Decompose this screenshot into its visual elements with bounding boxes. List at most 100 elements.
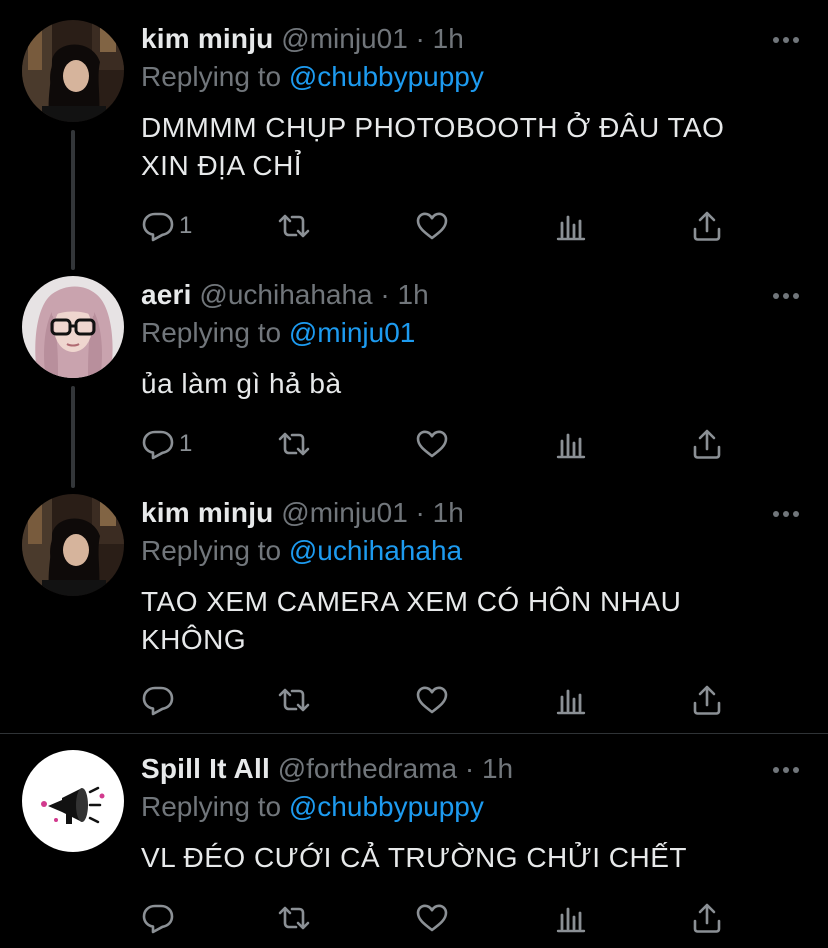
share-icon	[690, 427, 724, 461]
tweet[interactable]: Spill It All @forthedrama · 1h Replying …	[0, 734, 828, 948]
reply-icon	[141, 209, 175, 243]
mention-link[interactable]: @chubbypuppy	[289, 791, 484, 822]
like-button[interactable]	[415, 209, 449, 243]
reply-icon	[141, 683, 175, 717]
retweet-button[interactable]	[277, 427, 311, 461]
avatar-photo	[22, 20, 124, 122]
avatar[interactable]	[22, 276, 124, 378]
separator-dot: ·	[380, 279, 390, 310]
timestamp[interactable]: 1h	[482, 753, 513, 784]
share-button[interactable]	[690, 427, 724, 461]
avatar-logo	[22, 750, 124, 852]
avatar-photo	[22, 276, 124, 378]
tweet-header: Spill It All @forthedrama · 1h	[141, 752, 513, 786]
display-name[interactable]: aeri	[141, 279, 192, 310]
analytics-button[interactable]	[554, 427, 588, 461]
like-button[interactable]	[415, 901, 449, 935]
reply-icon	[141, 901, 175, 935]
reply-button[interactable]: 1	[141, 209, 192, 243]
display-name[interactable]: kim minju	[141, 23, 274, 54]
avatar[interactable]	[22, 494, 124, 596]
reply-count: 1	[179, 212, 193, 239]
share-icon	[690, 901, 724, 935]
replying-to: Replying to @chubbypuppy	[141, 790, 484, 824]
reply-button[interactable]: 1	[141, 427, 192, 461]
tweet[interactable]: aeri @uchihahaha · 1h Replying to @minju…	[0, 256, 828, 474]
heart-icon	[415, 427, 449, 461]
display-name[interactable]: kim minju	[141, 497, 274, 528]
display-name[interactable]: Spill It All	[141, 753, 270, 784]
heart-icon	[415, 209, 449, 243]
timestamp[interactable]: 1h	[433, 23, 464, 54]
more-icon[interactable]	[772, 509, 800, 519]
tweet-header: kim minju @minju01 · 1h	[141, 496, 464, 530]
username[interactable]: @forthedrama	[278, 753, 457, 784]
reply-button[interactable]	[141, 683, 179, 717]
share-icon	[690, 209, 724, 243]
timestamp[interactable]: 1h	[433, 497, 464, 528]
reply-button[interactable]	[141, 901, 179, 935]
tweet-text-line: TAO XEM CAMERA XEM CÓ HÔN NHAU	[141, 586, 682, 617]
analytics-button[interactable]	[554, 901, 588, 935]
share-button[interactable]	[690, 683, 724, 717]
avatar-photo	[22, 494, 124, 596]
analytics-button[interactable]	[554, 209, 588, 243]
more-icon[interactable]	[772, 35, 800, 45]
retweet-button[interactable]	[277, 683, 311, 717]
replying-to: Replying to @minju01	[141, 316, 415, 350]
tweet-text-line: XIN ĐỊA CHỈ	[141, 150, 303, 181]
retweet-icon	[277, 209, 311, 243]
tweet-text-line: KHÔNG	[141, 624, 247, 655]
more-icon[interactable]	[772, 291, 800, 301]
heart-icon	[415, 683, 449, 717]
analytics-icon	[554, 901, 588, 935]
replying-label: Replying to	[141, 535, 289, 566]
action-bar: 1	[141, 427, 741, 461]
tweet-text: TAO XEM CAMERA XEM CÓ HÔN NHAU KHÔNG	[141, 583, 801, 659]
mention-link[interactable]: @minju01	[289, 317, 415, 348]
replying-to: Replying to @chubbypuppy	[141, 60, 484, 94]
tweet[interactable]: kim minju @minju01 · 1h Replying to @chu…	[0, 0, 828, 256]
replying-label: Replying to	[141, 791, 289, 822]
replying-to: Replying to @uchihahaha	[141, 534, 462, 568]
share-button[interactable]	[690, 901, 724, 935]
avatar[interactable]	[22, 750, 124, 852]
tweet-text: DMMMM CHỤP PHOTOBOOTH Ở ĐÂU TAO XIN ĐỊA …	[141, 109, 801, 185]
heart-icon	[415, 901, 449, 935]
timestamp[interactable]: 1h	[398, 279, 429, 310]
username[interactable]: @uchihahaha	[199, 279, 372, 310]
username[interactable]: @minju01	[281, 23, 407, 54]
retweet-icon	[277, 427, 311, 461]
tweet-text-line: DMMMM CHỤP PHOTOBOOTH Ở ĐÂU TAO	[141, 112, 725, 143]
share-icon	[690, 683, 724, 717]
separator-dot: ·	[415, 497, 425, 528]
action-bar	[141, 683, 741, 717]
avatar[interactable]	[22, 20, 124, 122]
reply-count: 1	[179, 430, 193, 457]
mention-link[interactable]: @uchihahaha	[289, 535, 462, 566]
more-icon[interactable]	[772, 765, 800, 775]
replying-label: Replying to	[141, 61, 289, 92]
retweet-button[interactable]	[277, 901, 311, 935]
analytics-icon	[554, 209, 588, 243]
username[interactable]: @minju01	[281, 497, 407, 528]
tweet-text-line: VL ĐÉO CƯỚI CẢ TRƯỜNG CHỬI CHẾT	[141, 842, 687, 873]
retweet-icon	[277, 901, 311, 935]
replying-label: Replying to	[141, 317, 289, 348]
reply-icon	[141, 427, 175, 461]
analytics-button[interactable]	[554, 683, 588, 717]
action-bar	[141, 901, 741, 935]
tweet-text: ủa làm gì hả bà	[141, 365, 801, 403]
retweet-button[interactable]	[277, 209, 311, 243]
share-button[interactable]	[690, 209, 724, 243]
analytics-icon	[554, 427, 588, 461]
like-button[interactable]	[415, 427, 449, 461]
action-bar: 1	[141, 209, 741, 243]
tweet-header: aeri @uchihahaha · 1h	[141, 278, 429, 312]
tweet-header: kim minju @minju01 · 1h	[141, 22, 464, 56]
like-button[interactable]	[415, 683, 449, 717]
tweet[interactable]: kim minju @minju01 · 1h Replying to @uch…	[0, 474, 828, 733]
mention-link[interactable]: @chubbypuppy	[289, 61, 484, 92]
retweet-icon	[277, 683, 311, 717]
tweet-text: VL ĐÉO CƯỚI CẢ TRƯỜNG CHỬI CHẾT	[141, 839, 801, 877]
